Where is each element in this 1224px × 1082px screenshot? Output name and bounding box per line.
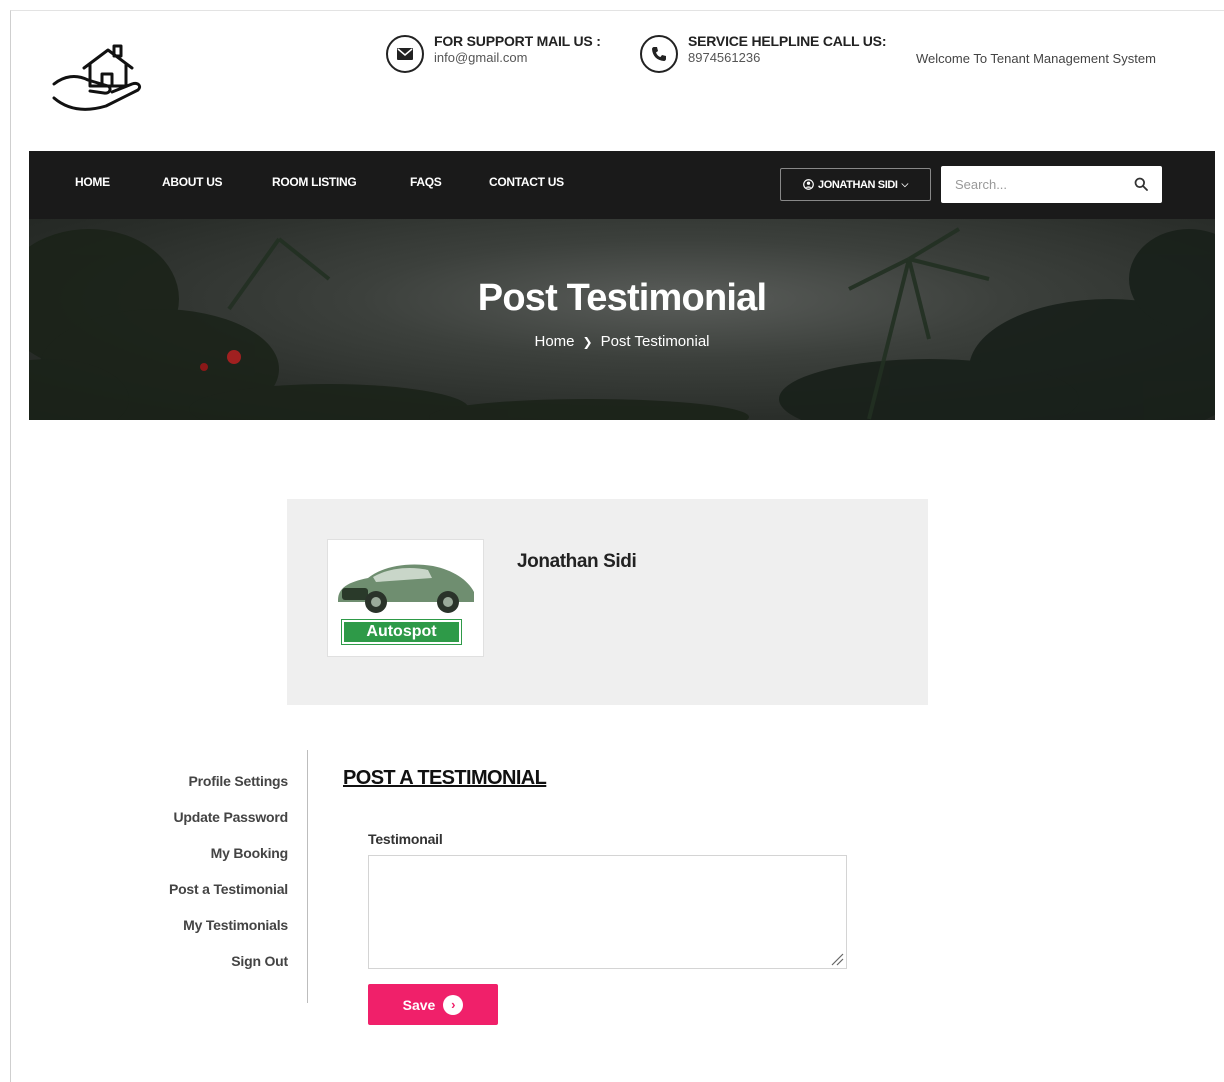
- page-title: Post Testimonial: [477, 277, 767, 319]
- user-menu-label: JONATHAN SIDI: [818, 178, 898, 191]
- chevron-right-icon: ❯: [582, 335, 593, 349]
- search-box: [941, 166, 1162, 203]
- house-in-hand-icon[interactable]: [50, 40, 146, 116]
- testimonial-textarea[interactable]: [368, 855, 847, 969]
- arrow-right-circle-icon: ›: [443, 994, 464, 1015]
- side-item-post-testimonial[interactable]: Post a Testimonial: [120, 878, 288, 914]
- nav-about-us[interactable]: ABOUT US: [162, 175, 223, 189]
- helpline-title: SERVICE HELPLINE CALL US:: [688, 33, 887, 49]
- phone-icon: [640, 35, 678, 73]
- avatar-badge: Autospot: [341, 619, 462, 645]
- side-item-my-booking[interactable]: My Booking: [120, 842, 289, 878]
- envelope-icon: [386, 35, 424, 73]
- save-button[interactable]: Save ›: [368, 984, 498, 1025]
- side-menu-divider: [307, 750, 308, 1003]
- side-item-profile-settings[interactable]: Profile Settings: [120, 770, 289, 806]
- save-button-label: Save: [402, 996, 436, 1013]
- search-icon[interactable]: [1134, 177, 1148, 191]
- main-navbar: HOME ABOUT US ROOM LISTING FAQS CONTACT …: [29, 151, 1215, 219]
- form-heading: POST A TESTIMONIAL: [343, 767, 547, 789]
- side-item-update-password[interactable]: Update Password: [120, 806, 289, 842]
- support-email[interactable]: info@gmail.com: [434, 50, 601, 65]
- resize-handle-icon[interactable]: [829, 951, 844, 966]
- search-input[interactable]: [941, 166, 1131, 203]
- breadcrumb: Home ❯ Post Testimonial: [29, 333, 1215, 350]
- page-banner: Post Testimonial Home ❯ Post Testimonial: [29, 219, 1215, 420]
- profile-card: Autospot Jonathan Sidi: [287, 499, 928, 705]
- welcome-text: Welcome To Tenant Management System: [916, 51, 1156, 66]
- profile-name: Jonathan Sidi: [517, 551, 637, 572]
- nav-room-listing[interactable]: ROOM LISTING: [272, 175, 357, 189]
- chevron-down-icon: ⌵: [901, 179, 909, 189]
- breadcrumb-current: Post Testimonial: [600, 333, 710, 350]
- support-title: FOR SUPPORT MAIL US :: [434, 33, 601, 49]
- helpline-phone[interactable]: 8974561236: [688, 50, 886, 65]
- user-circle-icon: [803, 179, 814, 190]
- account-side-menu: Profile Settings Update Password My Book…: [120, 770, 288, 986]
- nav-faqs[interactable]: FAQS: [410, 175, 442, 189]
- avatar: Autospot: [327, 539, 484, 657]
- helpline-block: SERVICE HELPLINE CALL US: 8974561236: [640, 33, 886, 73]
- side-item-sign-out[interactable]: Sign Out: [120, 950, 288, 986]
- nav-contact-us[interactable]: CONTACT US: [489, 175, 564, 189]
- testimonial-label: Testimonail: [368, 831, 443, 847]
- user-menu-button[interactable]: JONATHAN SIDI ⌵: [780, 168, 931, 201]
- support-mail-block: FOR SUPPORT MAIL US : info@gmail.com: [386, 33, 601, 73]
- car-logo-icon: [338, 564, 474, 613]
- nav-home[interactable]: HOME: [75, 175, 110, 189]
- side-item-my-testimonials[interactable]: My Testimonials: [120, 914, 288, 950]
- breadcrumb-home[interactable]: Home: [534, 333, 574, 350]
